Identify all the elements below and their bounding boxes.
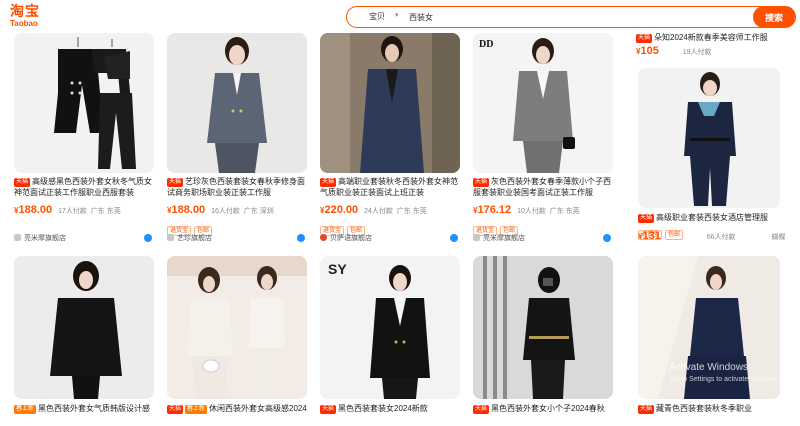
tmall-tag: 天猫 [167, 178, 184, 187]
tmall-tag: 天猫 [14, 178, 31, 187]
product-title[interactable]: 天猫 高级感黑色西装外套女秋冬气质女神范面试正装工作服职业西服套装 [14, 176, 154, 198]
product-card[interactable]: 天猫 朵知2024新款春季美容师工作服 ¥105 19人付款 [636, 26, 781, 57]
product-image[interactable] [14, 33, 154, 173]
shop-link[interactable]: 亮米摩旗舰店 [473, 233, 525, 243]
shop-link: 蝴蝶 [771, 234, 786, 241]
shop-arrow-icon[interactable] [144, 234, 152, 242]
shop-icon [167, 234, 174, 241]
search-type-dropdown[interactable]: 宝贝 [369, 11, 385, 22]
search-button[interactable]: 搜索 [753, 6, 795, 28]
search-bar: 宝贝 ▾ 搜索 [346, 6, 796, 28]
sales-count: 10人付款 [517, 208, 546, 215]
product-title[interactable]: 天猫 黑色西装套装女2024新款 [320, 403, 460, 414]
shop-icon [14, 234, 21, 241]
tmall-tag: 天猫 [320, 178, 337, 187]
logo-text-cn: 淘宝 [10, 3, 40, 19]
product-image[interactable] [14, 256, 154, 399]
price-row: ¥188.00 17人付款 广东 东莞 [14, 204, 121, 216]
product-card[interactable]: 天猫 艺珍灰色西装套装女春秋季修身面试商务职场职业装正装工作服 ¥188.00 1… [167, 33, 307, 248]
shop-link[interactable]: 亮米摩旗舰店 [14, 233, 66, 243]
product-card[interactable]: 天猫 高级感黑色西装外套女秋冬气质女神范面试正装工作服职业西服套装 ¥188.00… [14, 33, 154, 248]
sales-count: 16人付款 [211, 208, 240, 215]
product-card[interactable]: 天猫 高端职业套装秋冬西装外套女神范气质职业装正装面试上班正装 ¥220.00 2… [320, 33, 460, 248]
product-card[interactable]: 天猫 藏青色西装套装秋冬季职业 [638, 256, 780, 426]
price-row: ¥220.00 24人付款 广东 东莞 [320, 204, 427, 216]
search-input[interactable] [409, 10, 689, 24]
sales-count: 24人付款 [364, 208, 393, 215]
sales-count: 19人付款 [682, 49, 712, 56]
price: ¥176.12 [473, 204, 512, 216]
shop-arrow-icon[interactable] [450, 234, 458, 242]
price: ¥105 [636, 45, 659, 57]
product-card[interactable]: SY 天猫 黑色西装套装女2024新款 [320, 256, 460, 426]
activation-watermark: Activate Windows [669, 362, 748, 373]
sales-count: 66人付款 [706, 234, 736, 241]
product-title[interactable]: 天猫 灰色西装外套女春季薄款小个子西服套装职业装国考面试正装工作服 [473, 176, 613, 198]
product-image[interactable]: SY [320, 256, 460, 399]
price: ¥188.00 [167, 204, 206, 216]
shop-arrow-icon[interactable] [603, 234, 611, 242]
product-card[interactable]: 天猫 高级职业套装西装女酒店管理服 退货宝 包邮 ¥131 66人付款 蝴蝶 [638, 68, 786, 248]
product-image[interactable] [320, 33, 460, 173]
location: 广东 东莞 [549, 208, 580, 215]
price-row: ¥188.00 16人付款 广东 深圳 [167, 204, 274, 216]
product-title[interactable]: 天猫 朵知2024新款春季美容师工作服 [636, 32, 781, 43]
product-title[interactable]: 天猫春上新休闲西装外套女高级感2024夏季 [167, 403, 307, 414]
shop-icon [473, 234, 480, 241]
price-row: ¥131 66人付款 蝴蝶 [638, 230, 786, 242]
shop-link[interactable]: 贝萨语旗舰店 [320, 233, 372, 243]
brand-logo: SY [328, 261, 347, 277]
taobao-logo[interactable]: 淘宝 Taobao [10, 3, 50, 28]
product-card[interactable]: DD 天猫 灰色西装外套女春季薄款小个子西服套装职业装国考面试正装工作服 ¥176… [473, 33, 613, 248]
product-title[interactable]: 天猫 艺珍灰色西装套装女春秋季修身面试商务职场职业装正装工作服 [167, 176, 307, 198]
product-card[interactable]: 天猫 黑色西装外套女小个子2024春秋 [473, 256, 613, 426]
product-card[interactable]: 春上新 黑色西装外套女气质韩版设计感 [14, 256, 154, 426]
product-image[interactable] [638, 68, 780, 208]
shop-arrow-icon[interactable] [297, 234, 305, 242]
product-image[interactable] [167, 33, 307, 173]
brand-logo: DD [479, 39, 493, 50]
price-row: ¥105 19人付款 [636, 45, 712, 57]
shop-link[interactable]: 艺珍旗舰店 [167, 233, 212, 243]
location: 广东 深圳 [243, 208, 274, 215]
price: ¥131 [638, 230, 661, 242]
logo-text-en: Taobao [10, 19, 38, 28]
location: 广东 东莞 [90, 208, 121, 215]
product-image[interactable] [473, 256, 613, 399]
product-title[interactable]: 春上新 黑色西装外套女气质韩版设计感 [14, 403, 154, 414]
price: ¥188.00 [14, 204, 53, 216]
product-image[interactable] [167, 256, 307, 399]
price-row: ¥176.12 10人付款 广东 东莞 [473, 204, 580, 216]
shop-icon [320, 234, 327, 241]
location: 广东 东莞 [396, 208, 427, 215]
product-card[interactable]: 天猫春上新休闲西装外套女高级感2024夏季 [167, 256, 307, 426]
tmall-tag: 天猫 [473, 178, 490, 187]
activation-watermark-sub: Go to Settings to activate Windows. [670, 376, 781, 383]
product-title[interactable]: 天猫 高端职业套装秋冬西装外套女神范气质职业装正装面试上班正装 [320, 176, 460, 198]
product-title[interactable]: 天猫 黑色西装外套女小个子2024春秋 [473, 403, 613, 414]
chevron-down-icon[interactable]: ▾ [395, 11, 399, 19]
sales-count: 17人付款 [58, 208, 87, 215]
product-image[interactable]: DD [473, 33, 613, 173]
product-title[interactable]: 天猫 藏青色西装套装秋冬季职业 [638, 403, 780, 414]
price: ¥220.00 [320, 204, 359, 216]
